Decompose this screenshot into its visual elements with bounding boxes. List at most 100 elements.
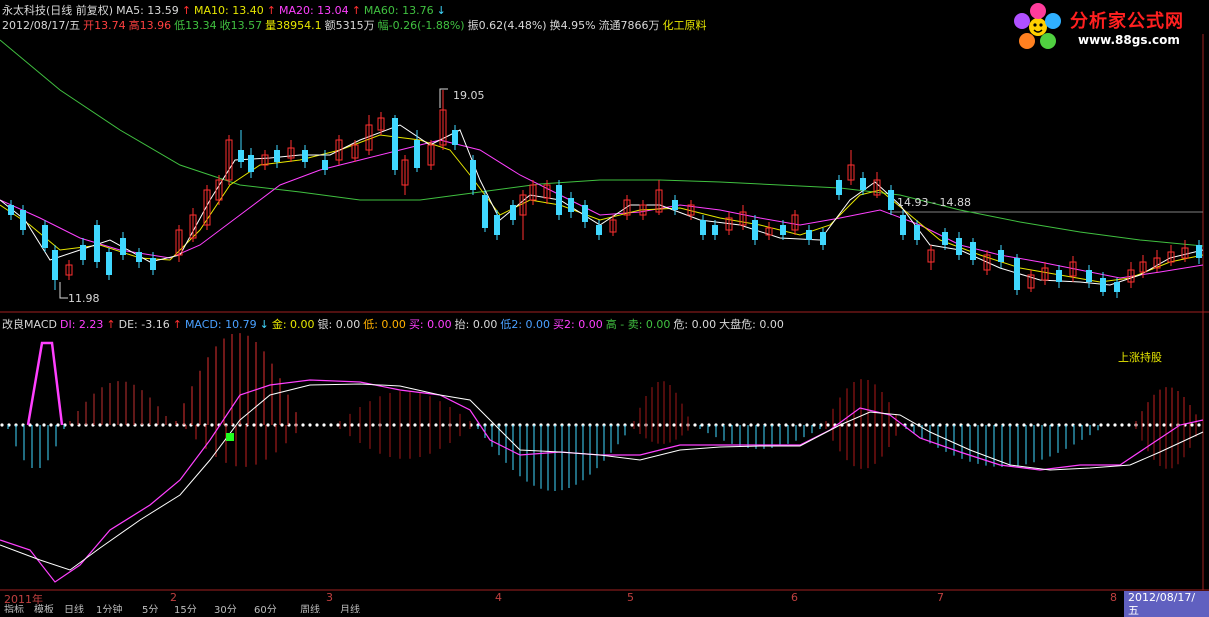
axis-tick: 8 [1110, 591, 1117, 604]
zero-line-dot [462, 423, 466, 427]
zero-line-dot [385, 423, 389, 427]
candle-body [20, 210, 26, 230]
tab-template[interactable]: 模板 [34, 604, 54, 613]
axis-tick: 2 [170, 591, 177, 604]
low-price-annotation: 11.98 [68, 292, 100, 305]
zero-line-dot [756, 423, 760, 427]
buy-signal-marker [226, 433, 234, 441]
zero-line-dot [1036, 423, 1040, 427]
ma20-line [0, 139, 1204, 279]
zero-line-dot [987, 423, 991, 427]
candle-body [1196, 245, 1202, 258]
low2-value: 低2: 0.00 [500, 318, 551, 331]
zero-line-dot [1197, 423, 1201, 427]
signal-label: 上涨持股 [1118, 351, 1162, 364]
sector-label[interactable]: 化工原料 [663, 19, 707, 32]
arrow-down-icon: ↓ [259, 318, 269, 331]
candle-body [274, 150, 280, 162]
quote-header-line1: 永太科技(日线 前复权) MA5: 13.59 ↑ MA10: 13.40 ↑ MA… [2, 4, 446, 17]
zero-line-dot [1106, 423, 1110, 427]
tab-5min[interactable]: 5分 [142, 604, 158, 613]
candle-body [80, 245, 86, 260]
candle-body [956, 238, 962, 255]
zero-line-dot [1120, 423, 1124, 427]
tab-60min[interactable]: 60分 [254, 604, 277, 613]
tab-indicator[interactable]: 指标 [4, 604, 24, 613]
high-sell-value: 高 - 卖: 0.00 [605, 318, 671, 331]
zero-line-dot [735, 423, 739, 427]
lift-value: 抬: 0.00 [454, 318, 498, 331]
stock-name[interactable]: 永太科技(日线 前复权) [2, 4, 113, 17]
tab-30min[interactable]: 30分 [214, 604, 237, 613]
zero-line-dot [1190, 423, 1194, 427]
zero-line-dot [1085, 423, 1089, 427]
candle-body [1014, 258, 1020, 290]
zero-line-dot [658, 423, 662, 427]
zero-line-dot [1022, 423, 1026, 427]
axis-tick: 7 [937, 591, 944, 604]
macd-value: MACD: 10.79 [184, 318, 257, 331]
candle-body [1100, 278, 1106, 292]
high-leader [439, 88, 448, 108]
zero-line-dot [1113, 423, 1117, 427]
zero-line-dot [700, 423, 704, 427]
zero-line-dot [868, 423, 872, 427]
zero-line-dot [161, 423, 165, 427]
candle-body [1056, 270, 1062, 282]
site-logo: 分析家公式网 www.88gs.com [1008, 1, 1206, 53]
zero-line-dot [112, 423, 116, 427]
indicator-name[interactable]: 改良MACD [2, 318, 57, 331]
candle-body [106, 252, 112, 275]
di-value: DI: 2.23 [59, 318, 104, 331]
range-annotation: 14.93 - 14.88 [897, 196, 971, 209]
zero-line-dot [455, 423, 459, 427]
zero-line-dot [119, 423, 123, 427]
zero-line-dot [847, 423, 851, 427]
zero-line-dot [1029, 423, 1033, 427]
candle-body [136, 252, 142, 262]
low-price: 低13.34 [174, 19, 217, 32]
zero-line-dot [329, 423, 333, 427]
period-tabs: 指标 模板 日线 1分钟 5分 15分 30分 60分 周线 月线 [0, 604, 1209, 613]
zero-line-dot [1148, 423, 1152, 427]
candle-body [820, 232, 826, 245]
axis-tick: 3 [326, 591, 333, 604]
quote-header-line2: 2012/08/17/五 开13.74 高13.96 低13.34 收13.57… [2, 19, 707, 32]
zero-line-dot [931, 423, 935, 427]
zero-line-dot [910, 423, 914, 427]
tab-weekly[interactable]: 周线 [300, 604, 320, 613]
zero-line-dot [35, 423, 39, 427]
arrow-up-icon: ↑ [172, 318, 182, 331]
candle-body [52, 250, 58, 280]
zero-line-dot [406, 423, 410, 427]
candle-body [888, 190, 894, 210]
ma5-value: MA5: 13.59 [116, 4, 179, 17]
zero-line-dot [854, 423, 858, 427]
zero-line-dot [812, 423, 816, 427]
logo-url: www.88gs.com [1078, 33, 1180, 47]
zero-line-dot [882, 423, 886, 427]
open-price: 开13.74 [83, 19, 126, 32]
zero-line-dot [672, 423, 676, 427]
tab-1min[interactable]: 1分钟 [96, 604, 122, 613]
quote-date: 2012/08/17/五 [2, 19, 81, 32]
silver-value: 银: 0.00 [317, 318, 361, 331]
zero-line-dot [308, 423, 312, 427]
tab-daily[interactable]: 日线 [64, 604, 84, 613]
candle-body [248, 155, 254, 172]
candle-body [392, 118, 398, 170]
float-shares: 流通7866万 [598, 19, 660, 32]
price-chart[interactable] [0, 0, 1209, 613]
zero-line-dot [1155, 423, 1159, 427]
zero-line-dot [434, 423, 438, 427]
zero-line-dot [154, 423, 158, 427]
zero-line-dot [1092, 423, 1096, 427]
zero-line-dot [0, 423, 4, 427]
tab-15min[interactable]: 15分 [174, 604, 197, 613]
tab-monthly[interactable]: 月线 [340, 604, 360, 613]
close-price: 收13.57 [219, 19, 263, 32]
zero-line-dot [371, 423, 375, 427]
gold-value: 金: 0.00 [271, 318, 315, 331]
zero-line-dot [1162, 423, 1166, 427]
ma5-line [0, 124, 1204, 286]
